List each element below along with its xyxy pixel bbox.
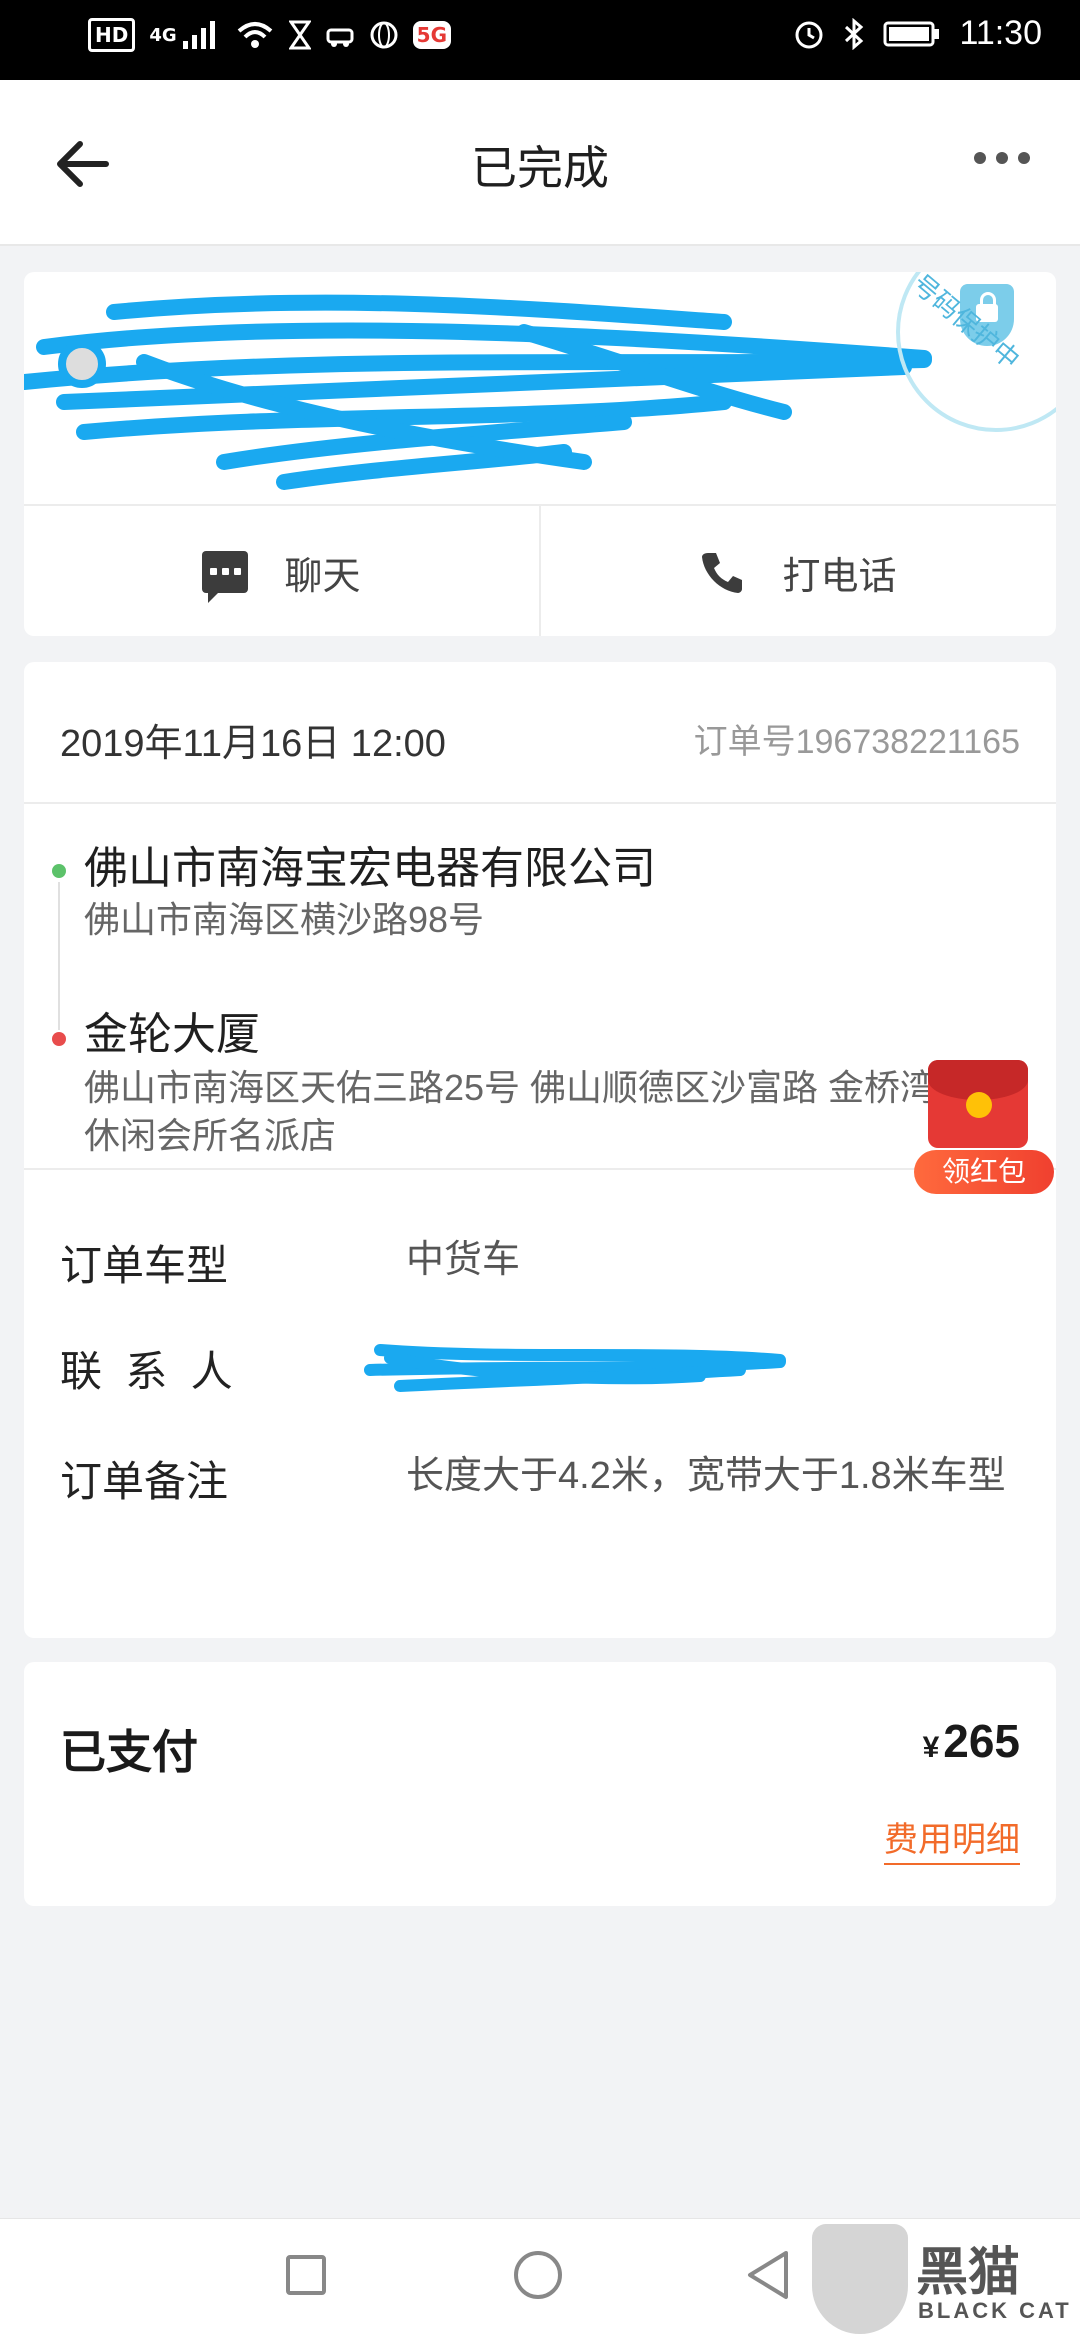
dropoff-address: 佛山市南海区天佑三路25号 佛山顺德区沙富路 金桥湾休闲会所名派店 xyxy=(84,1067,937,1156)
chat-button[interactable]: 聊天 xyxy=(24,506,539,636)
dropoff-name: 金轮大厦 xyxy=(84,1010,260,1059)
red-packet-button[interactable]: 领红包 xyxy=(906,1052,1056,1194)
phone-icon xyxy=(702,553,743,593)
route-section: 佛山市南海宝宏电器有限公司 佛山市南海区横沙路98号 金轮大厦 佛山市南海区天佑… xyxy=(24,802,1056,1194)
order-number: 订单号196738221165 xyxy=(693,723,1020,761)
globe-icon xyxy=(370,21,398,49)
order-header: 2019年11月16日 12:00 订单号196738221165 xyxy=(24,662,1056,804)
signal-icon xyxy=(182,21,215,49)
status-left: HD 4G 5G xyxy=(88,18,451,52)
5g-icon: 5G xyxy=(412,21,451,49)
status-right: 11:30 xyxy=(793,14,1042,53)
order-card: 2019年11月16日 12:00 订单号196738221165 佛山市南海宝… xyxy=(24,662,1056,1638)
black-cat-logo-icon xyxy=(812,2224,908,2334)
driver-info: 号码保护中 xyxy=(24,272,1056,504)
payment-status-label: 已支付 xyxy=(60,1726,198,1778)
route-line xyxy=(58,882,60,1030)
dropoff-dot-icon xyxy=(52,1032,66,1046)
remark-label: 订单备注 xyxy=(60,1458,229,1505)
pickup-address: 佛山市南海区横沙路98号 xyxy=(84,899,485,940)
remark-value: 长度大于4.2米，宽带大于1.8米车型 xyxy=(406,1455,1006,1497)
currency-symbol: ¥ xyxy=(922,1731,940,1764)
contact-redaction-scribble xyxy=(364,1344,786,1392)
network-label: 4G xyxy=(149,24,177,46)
page-title: 已完成 xyxy=(471,142,609,194)
chat-label: 聊天 xyxy=(284,555,361,598)
watermark-brand-en: BLACK CAT xyxy=(918,2298,1072,2323)
call-button[interactable]: 打电话 xyxy=(539,506,1056,636)
watermark-brand: 黑猫 xyxy=(916,2244,1021,2302)
home-icon[interactable] xyxy=(514,2251,562,2299)
more-options-icon[interactable] xyxy=(974,152,1030,164)
contact-actions: 聊天 打电话 xyxy=(24,504,1056,636)
order-datetime: 2019年11月16日 12:00 xyxy=(60,723,446,765)
payment-card: 已支付 ¥265 费用明细 xyxy=(24,1662,1056,1906)
car-icon xyxy=(326,28,354,47)
chat-icon xyxy=(202,551,249,603)
amount-value: 265 xyxy=(943,1715,1020,1767)
status-bar: HD 4G 5G 11:30 xyxy=(0,0,1080,80)
wifi-icon xyxy=(237,22,272,48)
battery-icon xyxy=(883,21,940,46)
alarm-icon xyxy=(795,21,823,48)
bluetooth-icon xyxy=(845,17,864,50)
vehicle-type-value: 中货车 xyxy=(406,1239,521,1281)
nav-back-icon[interactable] xyxy=(746,2249,790,2301)
black-cat-watermark: 黑猫 BLACK CAT xyxy=(808,2224,1078,2340)
vehicle-type-label: 订单车型 xyxy=(60,1242,229,1289)
call-label: 打电话 xyxy=(782,555,897,598)
payment-amount: ¥265 xyxy=(923,1714,1020,1768)
red-packet-label: 领红包 xyxy=(914,1150,1054,1194)
recent-apps-icon[interactable] xyxy=(286,2255,326,2295)
driver-card: 号码保护中 聊天 打电话 xyxy=(24,272,1056,636)
contact-label: 联 系 人 xyxy=(60,1348,233,1395)
pickup-name: 佛山市南海宝宏电器有限公司 xyxy=(84,844,656,893)
app-bar: 已完成 xyxy=(0,80,1080,246)
hd-icon: HD xyxy=(88,18,136,52)
fee-detail-link[interactable]: 费用明细 xyxy=(884,1812,1020,1865)
clock-time: 11:30 xyxy=(959,14,1042,52)
hourglass-icon xyxy=(288,20,311,50)
pickup-dot-icon xyxy=(52,864,66,878)
